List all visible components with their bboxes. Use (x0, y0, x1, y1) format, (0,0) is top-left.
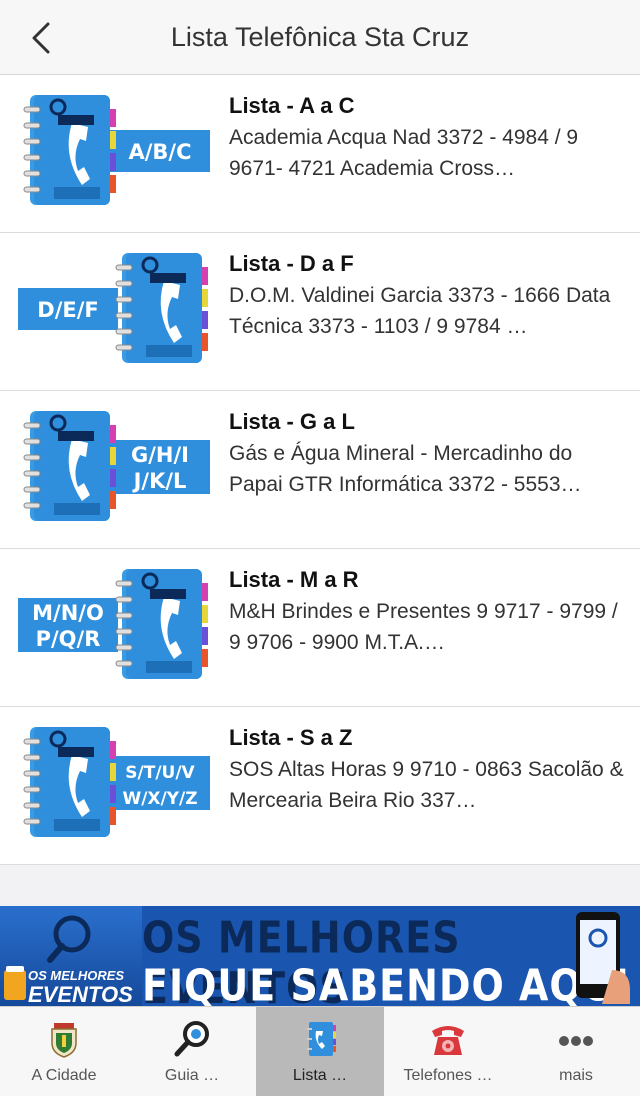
telephone-icon (428, 1019, 468, 1059)
events-banner[interactable]: OS MELHORES EVENTOS OS MELHORES EVENTOS … (0, 906, 640, 1006)
page-title: Lista Telefônica Sta Cruz (170, 22, 470, 52)
svg-text:S/T/U/V: S/T/U/V (125, 763, 195, 783)
phonebook-thumb-icon: D/E/F (18, 251, 210, 367)
tab-label: Guia … (164, 1067, 220, 1084)
list-item[interactable]: S/T/U/V W/X/Y/Z Lista - S a Z SOS Altas H… (0, 707, 640, 865)
svg-text:A/B/C: A/B/C (128, 140, 191, 164)
list-item[interactable]: A/B/C Lista - A a C Academia Acqua Nad 3… (0, 75, 640, 233)
banner-logo-area: OS MELHORES EVENTOS (0, 906, 142, 1006)
list-item-title: Lista - D a F (229, 251, 354, 276)
phonebook-thumb-icon: S/T/U/V W/X/Y/Z (18, 725, 210, 841)
tab-label: Telefones … (403, 1067, 493, 1084)
tab-label: mais (559, 1067, 593, 1084)
svg-text:P/Q/R: P/Q/R (36, 627, 101, 651)
magnifier-icon (172, 1019, 212, 1059)
list-item[interactable]: D/E/F Lista - D a F D.O.M. Valdinei Garc… (0, 233, 640, 391)
nav-header: Lista Telefônica Sta Cruz (0, 0, 640, 75)
tab-lista[interactable]: Lista … (256, 1007, 384, 1096)
tab-mais[interactable]: mais (512, 1007, 640, 1096)
list-item-title: Lista - A a C (229, 93, 355, 118)
list-item-description: D.O.M. Valdinei Garcia 3373 - 1666 Data … (229, 284, 611, 338)
phonebook-icon (300, 1019, 340, 1059)
tab-label: Lista … (292, 1067, 348, 1084)
svg-text:G/H/I: G/H/I (131, 443, 189, 467)
tab-a-cidade[interactable]: A Cidade (0, 1007, 128, 1096)
more-dots-icon (556, 1019, 596, 1059)
list-item-description: M&H Brindes e Presentes 9 9717 - 9799 / … (229, 600, 618, 654)
list-item-description: Gás e Água Mineral - Mercadinho do Papai… (229, 442, 582, 496)
banner-subheadline: FIQUE SABENDO AQUI (142, 960, 630, 1006)
city-crest-icon (44, 1019, 84, 1059)
list-item-description: Academia Acqua Nad 3372 - 4984 / 9 9671-… (229, 126, 579, 180)
svg-text:J/K/L: J/K/L (132, 469, 187, 493)
tab-bar: A Cidade Guia … Lista … Telefones … mais (0, 1006, 640, 1096)
banner-subtitle-large: EVENTOS (28, 982, 133, 1006)
list-item-title: Lista - G a L (229, 409, 355, 434)
app-screen: Lista Telefônica Sta Cruz A/B/C Lista - … (0, 0, 640, 1096)
banner-subtitle-small: OS MELHORES (28, 968, 125, 983)
phonebook-list: A/B/C Lista - A a C Academia Acqua Nad 3… (0, 75, 640, 865)
svg-text:D/E/F: D/E/F (37, 298, 98, 322)
phonebook-thumb-icon: A/B/C (18, 93, 210, 209)
tab-telefones[interactable]: Telefones … (384, 1007, 512, 1096)
list-item-title: Lista - M a R (229, 567, 359, 592)
smartphone-icon (576, 912, 630, 1004)
svg-text:W/X/Y/Z: W/X/Y/Z (122, 789, 197, 809)
list-item-title: Lista - S a Z (229, 725, 353, 750)
list-item[interactable]: M/N/O P/Q/R Lista - M a R M&H Brindes e P… (0, 549, 640, 707)
tab-label: A Cidade (31, 1067, 97, 1084)
svg-text:M/N/O: M/N/O (32, 601, 104, 625)
phonebook-thumb-icon: M/N/O P/Q/R (18, 567, 210, 683)
tab-guia[interactable]: Guia … (128, 1007, 256, 1096)
list-item[interactable]: G/H/I J/K/L Lista - G a L Gás e Água Mine… (0, 391, 640, 549)
phonebook-thumb-icon: G/H/I J/K/L (18, 409, 210, 525)
list-item-description: SOS Altas Horas 9 9710 - 0863 Sacolão & … (229, 758, 624, 812)
